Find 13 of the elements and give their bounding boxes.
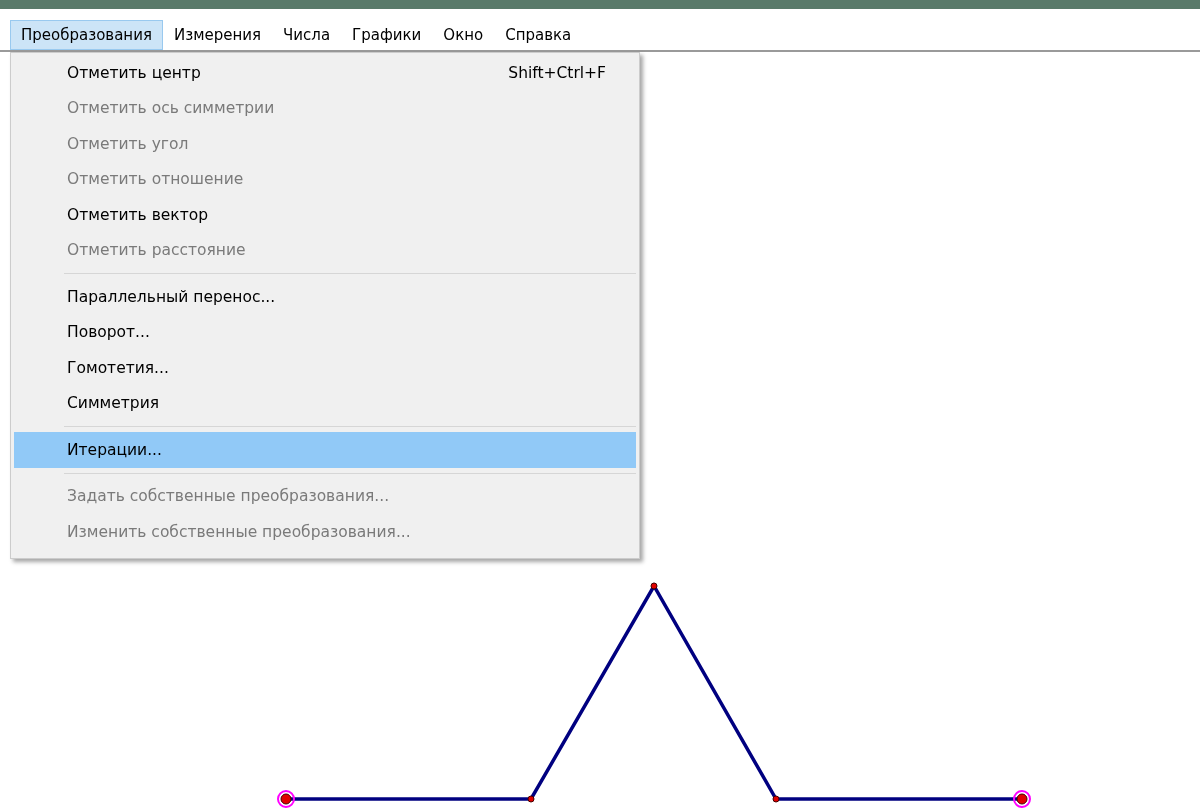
menu-bar-item[interactable]: Справка <box>494 20 583 50</box>
menu-bar-item[interactable]: Преобразования <box>10 20 163 50</box>
menu-bar-item[interactable]: Окно <box>432 20 495 50</box>
menu-item[interactable]: Отметить центр Shift+Ctrl+F <box>14 55 636 91</box>
menu-bar-item[interactable]: Измерения <box>162 20 272 50</box>
menu-item[interactable]: Гомотетия... <box>14 350 636 386</box>
menu-item[interactable]: Симметрия <box>14 385 636 421</box>
menu-item[interactable]: Итерации... <box>14 432 636 468</box>
menu-item[interactable]: Параллельный перенос... <box>14 279 636 315</box>
menu-bar-item[interactable]: Графики <box>341 20 433 50</box>
menu-bar-item[interactable]: Числа <box>272 20 342 50</box>
menu-item[interactable]: Отметить вектор <box>14 197 636 233</box>
menu-item[interactable]: Поворот... <box>14 314 636 350</box>
